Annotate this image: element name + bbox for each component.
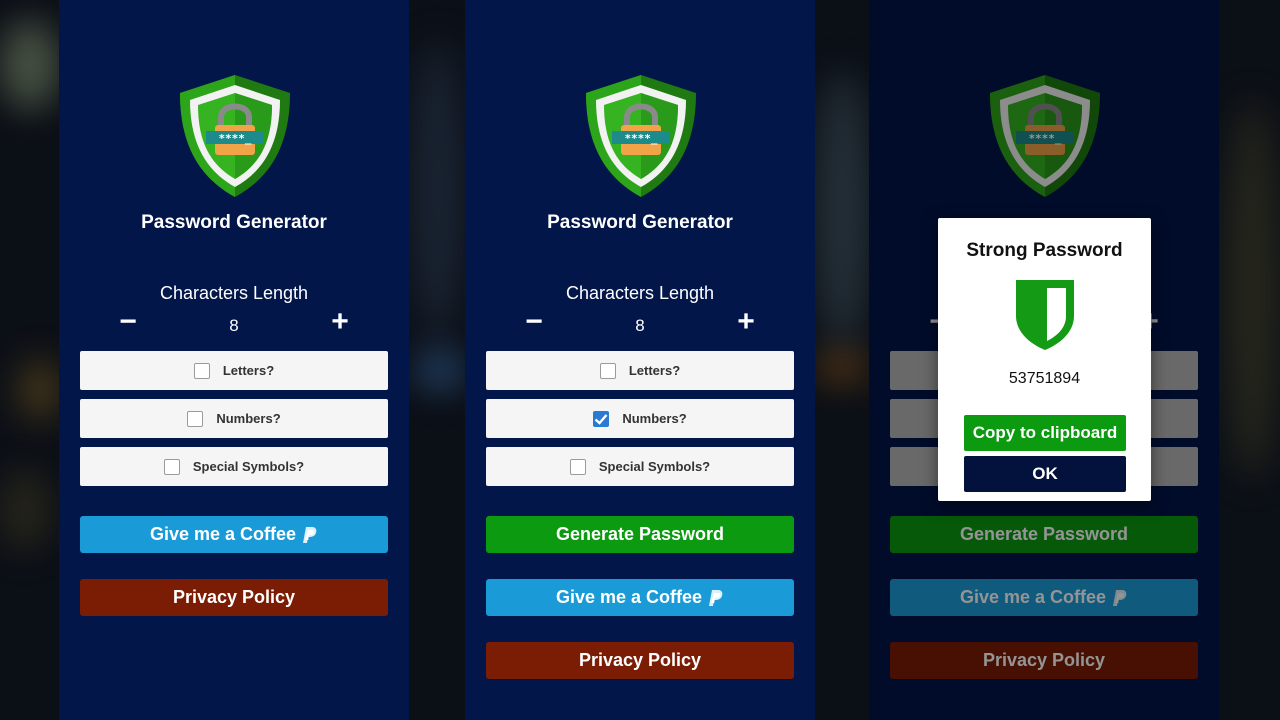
minus-icon[interactable]: − <box>519 306 549 338</box>
privacy-policy-label: Privacy Policy <box>578 650 702 670</box>
ok-label: OK <box>1032 464 1058 483</box>
paypal-icon <box>303 526 317 543</box>
minus-icon[interactable]: − <box>113 306 143 338</box>
length-value: 8 <box>229 316 239 335</box>
give-coffee-button[interactable]: Give me a Coffee <box>486 579 794 616</box>
ok-button[interactable]: OK <box>964 456 1126 492</box>
length-value: 8 <box>635 316 645 335</box>
numbers-label: Numbers? <box>622 411 687 426</box>
letters-label: Letters? <box>222 363 275 378</box>
characters-length-label: Characters Length <box>565 283 715 303</box>
special-symbols-option[interactable]: Special Symbols? <box>486 447 794 486</box>
privacy-policy-label: Privacy Policy <box>172 587 296 607</box>
special-symbols-option[interactable]: Special Symbols? <box>80 447 388 486</box>
app-screen-initial: ****_ Password Generator Characters Leng… <box>59 0 409 720</box>
plus-icon[interactable]: + <box>325 306 355 338</box>
svg-text:****_: ****_ <box>218 132 251 145</box>
give-coffee-label: Give me a Coffee <box>149 524 297 544</box>
app-title: Password Generator <box>141 212 327 233</box>
strong-password-dialog: Strong Password 53751894 Copy to clipboa… <box>938 218 1151 501</box>
app-screen-selected: ****_ Password Generator Characters Leng… <box>465 0 815 720</box>
special-symbols-label: Special Symbols? <box>192 459 305 474</box>
shield-lock-logo-icon: ****_ <box>586 75 696 197</box>
generated-password: 53751894 <box>1008 370 1081 387</box>
special-symbols-label: Special Symbols? <box>598 459 711 474</box>
generate-password-button[interactable]: Generate Password <box>486 516 794 553</box>
check-icon <box>595 413 608 425</box>
letters-option[interactable]: Letters? <box>80 351 388 390</box>
letters-checkbox[interactable] <box>599 362 616 379</box>
numbers-checkbox[interactable] <box>187 410 204 427</box>
shield-lock-logo-icon: ****_ <box>180 75 290 197</box>
give-coffee-label: Give me a Coffee <box>555 587 703 607</box>
special-symbols-checkbox[interactable] <box>163 458 180 475</box>
characters-length-label: Characters Length <box>159 283 309 303</box>
copy-to-clipboard-button[interactable]: Copy to clipboard <box>964 415 1126 451</box>
privacy-policy-button[interactable]: Privacy Policy <box>80 579 388 616</box>
give-coffee-button[interactable]: Give me a Coffee <box>80 516 388 553</box>
numbers-label: Numbers? <box>216 411 281 426</box>
numbers-checkbox-checked[interactable] <box>593 410 610 427</box>
generate-password-label: Generate Password <box>555 524 725 544</box>
dialog-title: Strong Password <box>966 240 1123 261</box>
shield-icon <box>1016 280 1074 350</box>
privacy-policy-button[interactable]: Privacy Policy <box>486 642 794 679</box>
numbers-option[interactable]: Numbers? <box>80 399 388 438</box>
paypal-icon <box>709 589 723 606</box>
letters-label: Letters? <box>628 363 681 378</box>
letters-checkbox[interactable] <box>193 362 210 379</box>
numbers-option[interactable]: Numbers? <box>486 399 794 438</box>
letters-option[interactable]: Letters? <box>486 351 794 390</box>
plus-icon[interactable]: + <box>731 306 761 338</box>
special-symbols-checkbox[interactable] <box>569 458 586 475</box>
copy-to-clipboard-label: Copy to clipboard <box>972 423 1118 442</box>
svg-text:****_: ****_ <box>624 132 657 145</box>
app-title: Password Generator <box>547 212 733 233</box>
